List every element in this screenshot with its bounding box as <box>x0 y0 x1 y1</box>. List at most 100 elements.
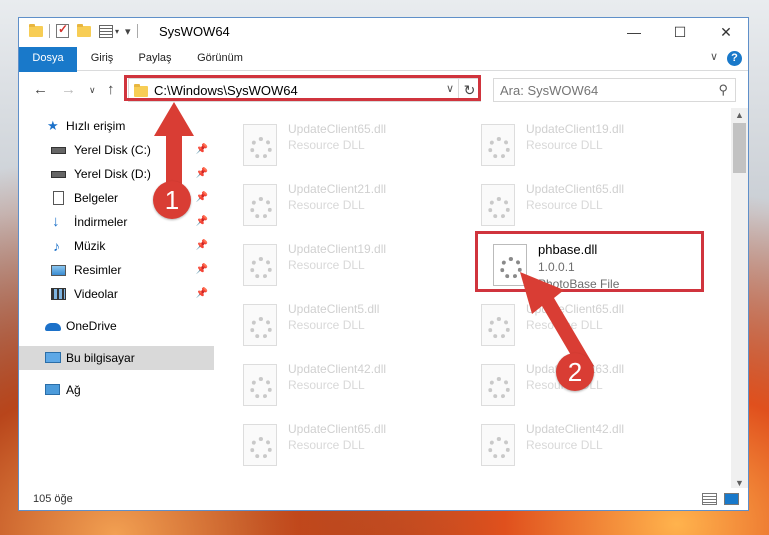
file-type: Resource DLL <box>288 438 365 452</box>
file-name: UpdateClient65.dll <box>288 122 387 136</box>
file-item[interactable]: UpdateClient21.dll Resource DLL <box>243 182 463 234</box>
file-type: Resource DLL <box>526 138 603 152</box>
file-item[interactable]: UpdateClient42.dll Resource DLL <box>243 362 463 414</box>
ribbon-tabs: Dosya Giriş Paylaş Görünüm ∨ ? <box>19 47 748 99</box>
sidebar-item-pictures[interactable]: Resimler 📌 <box>19 258 214 282</box>
pin-icon[interactable]: 📌 <box>196 234 208 258</box>
sidebar-item-videos[interactable]: Videolar 📌 <box>19 282 214 306</box>
download-icon: ↓ <box>52 213 60 230</box>
address-highlight-box <box>124 75 481 101</box>
search-box[interactable]: ⚲ <box>493 78 736 102</box>
details-view-icon[interactable] <box>702 493 717 505</box>
file-name: UpdateClient42.dll <box>526 422 625 436</box>
sidebar-item-label: Ağ <box>66 383 81 397</box>
file-name: UpdateClient65.dll <box>526 182 625 196</box>
sidebar-item-label: OneDrive <box>66 319 117 333</box>
tab-home[interactable]: Giriş <box>81 47 123 70</box>
file-type: Resource DLL <box>526 438 603 452</box>
star-icon: ★ <box>47 118 59 133</box>
sidebar-item-label: İndirmeler <box>74 215 128 229</box>
sidebar-item-onedrive[interactable]: OneDrive <box>19 314 214 338</box>
close-button[interactable]: ✕ <box>703 18 748 47</box>
dll-file-icon <box>481 184 515 226</box>
recent-locations-button[interactable]: ∨ <box>89 85 96 96</box>
file-name: UpdateClient42.dll <box>288 362 387 376</box>
scroll-up-icon[interactable]: ▲ <box>731 108 748 122</box>
file-item[interactable]: UpdateClient65.dll Resource DLL <box>243 122 463 174</box>
document-icon <box>53 191 64 205</box>
tab-share[interactable]: Paylaş <box>131 47 179 70</box>
sidebar-item-label: Hızlı erişim <box>66 119 126 133</box>
maximize-button[interactable]: ☐ <box>657 18 703 47</box>
properties-check-icon[interactable] <box>56 22 69 38</box>
search-input[interactable] <box>500 82 700 98</box>
sidebar-item-network[interactable]: Ağ <box>19 378 214 402</box>
vertical-scrollbar[interactable]: ▲ ▼ <box>731 108 748 490</box>
drive-icon <box>51 147 66 154</box>
computer-icon <box>45 352 61 363</box>
file-type: Resource DLL <box>526 198 603 212</box>
file-name: UpdateClient19.dll <box>526 122 625 136</box>
dll-file-icon <box>243 124 277 166</box>
back-button[interactable]: ← <box>33 81 48 98</box>
pictures-icon <box>51 265 66 276</box>
dll-file-icon <box>243 244 277 286</box>
dll-file-icon <box>243 184 277 226</box>
drive-icon <box>51 171 66 178</box>
file-item[interactable]: UpdateClient19.dll Resource DLL <box>243 242 463 294</box>
file-list: UpdateClient65.dll Resource DLL UpdateCl… <box>231 108 731 488</box>
sidebar-item-label: Resimler <box>74 263 122 277</box>
file-item[interactable]: UpdateClient5.dll Resource DLL <box>243 302 463 354</box>
up-button[interactable]: ↑ <box>107 81 115 98</box>
file-item[interactable]: UpdateClient19.dll Resource DLL <box>481 122 701 174</box>
window-title: SysWOW64 <box>159 24 230 39</box>
file-item[interactable]: UpdateClient65.dll Resource DLL <box>243 422 463 474</box>
sidebar-item-label: Yerel Disk (D:) <box>74 167 151 181</box>
dll-file-icon <box>481 364 515 406</box>
help-icon[interactable]: ? <box>727 51 742 66</box>
dll-file-icon <box>481 304 515 346</box>
divider <box>49 24 50 38</box>
sidebar-item-label: Yerel Disk (C:) <box>74 143 151 157</box>
divider <box>136 24 138 38</box>
scroll-thumb[interactable] <box>733 123 746 173</box>
file-type: Resource DLL <box>288 318 365 332</box>
file-name: UpdateClient21.dll <box>288 182 387 196</box>
pin-icon[interactable]: 📌 <box>196 282 208 306</box>
sidebar-item-this-pc[interactable]: Bu bilgisayar <box>19 346 214 370</box>
sidebar-item-label: Bu bilgisayar <box>66 351 135 365</box>
file-type: Resource DLL <box>288 258 365 272</box>
file-name: UpdateClient19.dll <box>288 242 387 256</box>
item-count: 105 öğe <box>33 493 73 505</box>
file-name: UpdateClient65.dll <box>288 422 387 436</box>
sidebar-item-music[interactable]: ♪ Müzik 📌 <box>19 234 214 258</box>
file-type: Resource DLL <box>288 138 365 152</box>
tab-view[interactable]: Görünüm <box>189 47 251 70</box>
search-icon: ⚲ <box>718 82 728 97</box>
new-folder-icon[interactable] <box>77 23 91 37</box>
ribbon-expand-icon[interactable]: ∨ <box>710 50 718 63</box>
status-bar: 105 öğe <box>19 488 748 510</box>
quick-access-toolbar: ▾ ▾ <box>29 22 144 38</box>
folder-icon <box>29 23 43 37</box>
network-icon <box>45 384 60 395</box>
title-bar: ▾ ▾ SysWOW64 — ☐ ✕ <box>19 18 748 47</box>
step-2-badge: 2 <box>556 353 594 391</box>
sidebar-item-label: Belgeler <box>74 191 119 205</box>
dll-file-icon <box>481 124 515 166</box>
properties-icon[interactable] <box>99 24 113 38</box>
large-icons-view-icon[interactable] <box>724 493 739 505</box>
qa-chevron-icon[interactable]: ▾ <box>125 25 131 38</box>
sidebar-item-label: Videolar <box>74 287 118 301</box>
dll-file-icon <box>481 424 515 466</box>
dll-file-icon <box>243 304 277 346</box>
minimize-button[interactable]: — <box>611 18 657 47</box>
file-name: UpdateClient5.dll <box>288 302 380 316</box>
customize-dropdown-icon[interactable]: ▾ <box>115 27 119 36</box>
file-item[interactable]: UpdateClient42.dll Resource DLL <box>481 422 701 474</box>
file-item[interactable]: UpdateClient65.dll Resource DLL <box>481 182 701 234</box>
forward-button[interactable]: → <box>61 81 76 98</box>
step-1-badge: 1 <box>153 181 191 219</box>
pin-icon[interactable]: 📌 <box>196 258 208 282</box>
cloud-icon <box>45 323 61 331</box>
